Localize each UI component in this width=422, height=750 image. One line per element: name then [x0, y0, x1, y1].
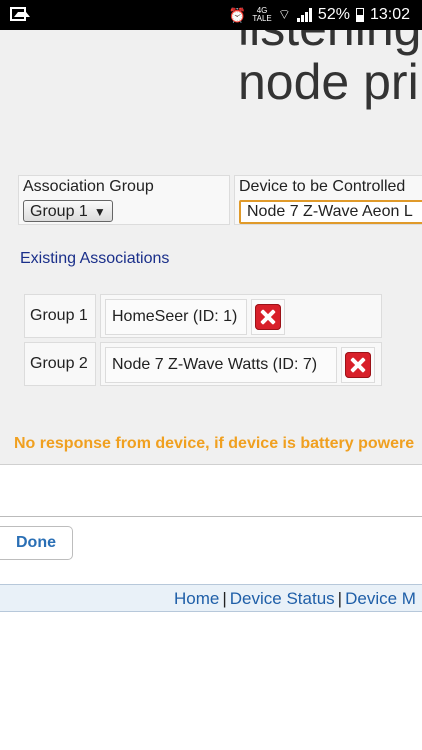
gallery-icon [10, 7, 30, 21]
association-group-name: Group 1 [24, 294, 96, 338]
association-panel: listening node pri Association Group Gro… [0, 30, 422, 465]
footer-nav: Home | Device Status | Device M [0, 584, 422, 612]
battery-icon [355, 8, 364, 22]
association-group-cell: Association Group Group 1 ▼ [18, 175, 230, 225]
footer-link-device-status[interactable]: Device Status [230, 589, 335, 608]
group-select[interactable]: Group 1 ▼ [23, 200, 113, 222]
device-select[interactable]: Node 7 Z-Wave Aeon L [239, 200, 422, 224]
device-controlled-label: Device to be Controlled [239, 178, 406, 195]
footer-separator: | [337, 589, 343, 608]
divider [0, 516, 422, 517]
delete-association-button[interactable] [341, 347, 375, 383]
footer-separator: | [222, 589, 227, 608]
association-device-cell: HomeSeer (ID: 1) [100, 294, 382, 338]
battery-percent: 52% [317, 6, 350, 23]
alarm-icon: ⏰ [228, 6, 247, 23]
delete-icon [345, 352, 371, 378]
status-bar: ⏰ 4G TALE ⌔ 52% 13:02 [0, 0, 422, 30]
heading-line-1: listening [238, 30, 421, 56]
done-button[interactable]: Done [0, 526, 73, 560]
dropdown-arrow-icon: ▼ [93, 205, 106, 219]
device-controlled-cell: Device to be Controlled Node 7 Z-Wave Ae… [234, 175, 422, 225]
footer-link-home[interactable]: Home [174, 589, 219, 608]
association-device-cell: Node 7 Z-Wave Watts (ID: 7) [100, 342, 382, 386]
wifi-icon: ⌔ [277, 6, 291, 22]
association-device-name: HomeSeer (ID: 1) [105, 299, 247, 335]
footer-link-device-management[interactable]: Device M [345, 589, 416, 608]
delete-icon [255, 304, 281, 330]
association-device-name: Node 7 Z-Wave Watts (ID: 7) [105, 347, 337, 383]
network-type: 4G TALE [252, 6, 272, 23]
association-group-name: Group 2 [24, 342, 96, 386]
existing-associations-title: Existing Associations [20, 250, 170, 267]
status-icons: ⏰ 4G TALE ⌔ 52% 13:02 [229, 6, 410, 24]
clock: 13:02 [369, 6, 410, 23]
association-group-label: Association Group [23, 178, 154, 195]
no-response-warning: No response from device, if device is ba… [14, 435, 415, 452]
delete-association-button[interactable] [251, 299, 285, 335]
signal-icon [296, 8, 312, 22]
device-select-value: Node 7 Z-Wave Aeon L [247, 203, 413, 220]
heading-line-2: node pri [238, 54, 419, 110]
group-select-value: Group 1 [30, 203, 88, 220]
footer-links: Home | Device Status | Device M [174, 589, 416, 609]
